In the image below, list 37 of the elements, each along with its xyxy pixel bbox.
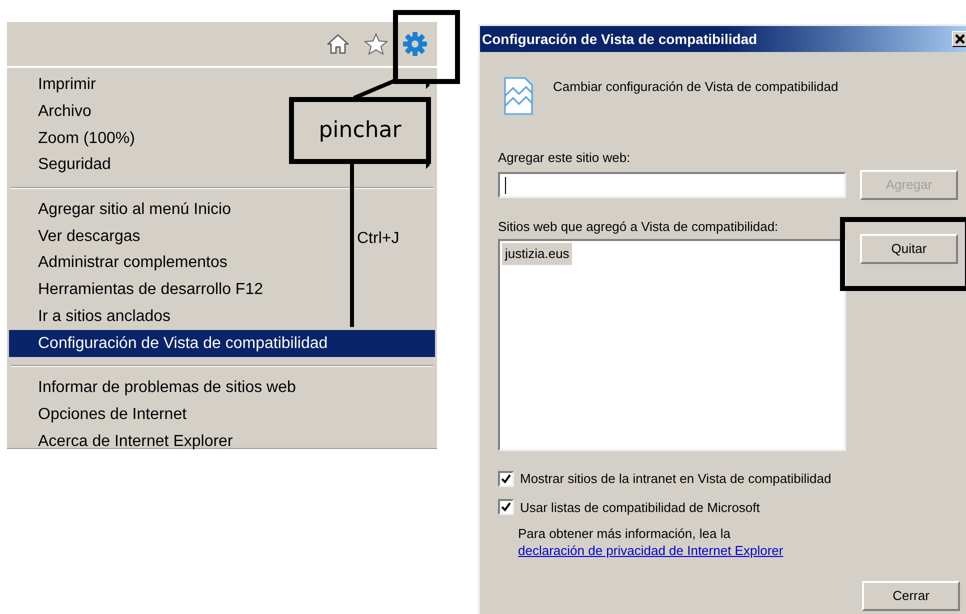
checkbox-label: Mostrar sitios de la intranet en Vista de compatibilidad: [520, 470, 832, 488]
window-title: Configuración de Vista de compatibilidad: [482, 30, 758, 49]
menu-item[interactable]: Administrar complementos: [9, 250, 232, 277]
remove-button[interactable]: Quitar: [860, 234, 958, 264]
home-icon[interactable]: [326, 33, 350, 55]
menu-item[interactable]: Acerca de Internet Explorer: [9, 428, 237, 455]
checkbox-label: Usar listas de compatibilidad de Microsoft: [520, 498, 760, 517]
menu-item[interactable]: Agregar sitio al menú Inicio: [9, 196, 235, 224]
menu-item[interactable]: Opciones de Internet: [9, 402, 191, 428]
field-label: Agregar este sitio web:: [498, 150, 632, 166]
star-icon[interactable]: [364, 33, 388, 55]
menu-item[interactable]: Zoom (100%): [9, 125, 139, 152]
menu-item[interactable]: Configuración de Vista de compatibilidad: [9, 330, 435, 357]
list-label: Sitios web que agregó a Vista de compatibilidad:: [498, 219, 780, 235]
checkbox[interactable]: [498, 470, 514, 487]
menu-item[interactable]: Seguridad: [9, 152, 115, 179]
menu-item[interactable]: Ir a sitios anclados: [9, 304, 175, 330]
dialog-heading: Cambiar configuración de Vista de compatibilidad: [553, 78, 838, 96]
menu-item[interactable]: Imprimir: [9, 72, 100, 99]
close-button[interactable]: [952, 31, 966, 47]
settings-icon[interactable]: [402, 31, 428, 57]
checkbox[interactable]: [498, 499, 514, 516]
shortcut-label: Ctrl+J: [357, 229, 400, 250]
info-text: Para obtener más información, lea la declaración de privacidad de Internet Explorer: [518, 525, 784, 559]
input-field[interactable]: [498, 172, 846, 198]
menu-item[interactable]: Informar de problemas de sitios web: [9, 374, 300, 402]
callout-label: pinchar: [289, 97, 431, 164]
list-item[interactable]: justizia.eus: [502, 243, 572, 264]
menu-item[interactable]: Ver descargas: [9, 223, 144, 250]
menu-item[interactable]: Archivo: [9, 98, 96, 126]
close-icon: [955, 34, 965, 44]
site-list[interactable]: justizia.eus: [498, 239, 846, 451]
document-icon: [503, 76, 534, 116]
privacy-link[interactable]: declaración de privacidad de Internet Explorer: [518, 543, 784, 558]
menu-item[interactable]: Herramientas de desarrollo F12: [9, 276, 267, 304]
close-dialog-button[interactable]: Cerrar: [862, 581, 960, 611]
leader-line: [352, 79, 396, 100]
